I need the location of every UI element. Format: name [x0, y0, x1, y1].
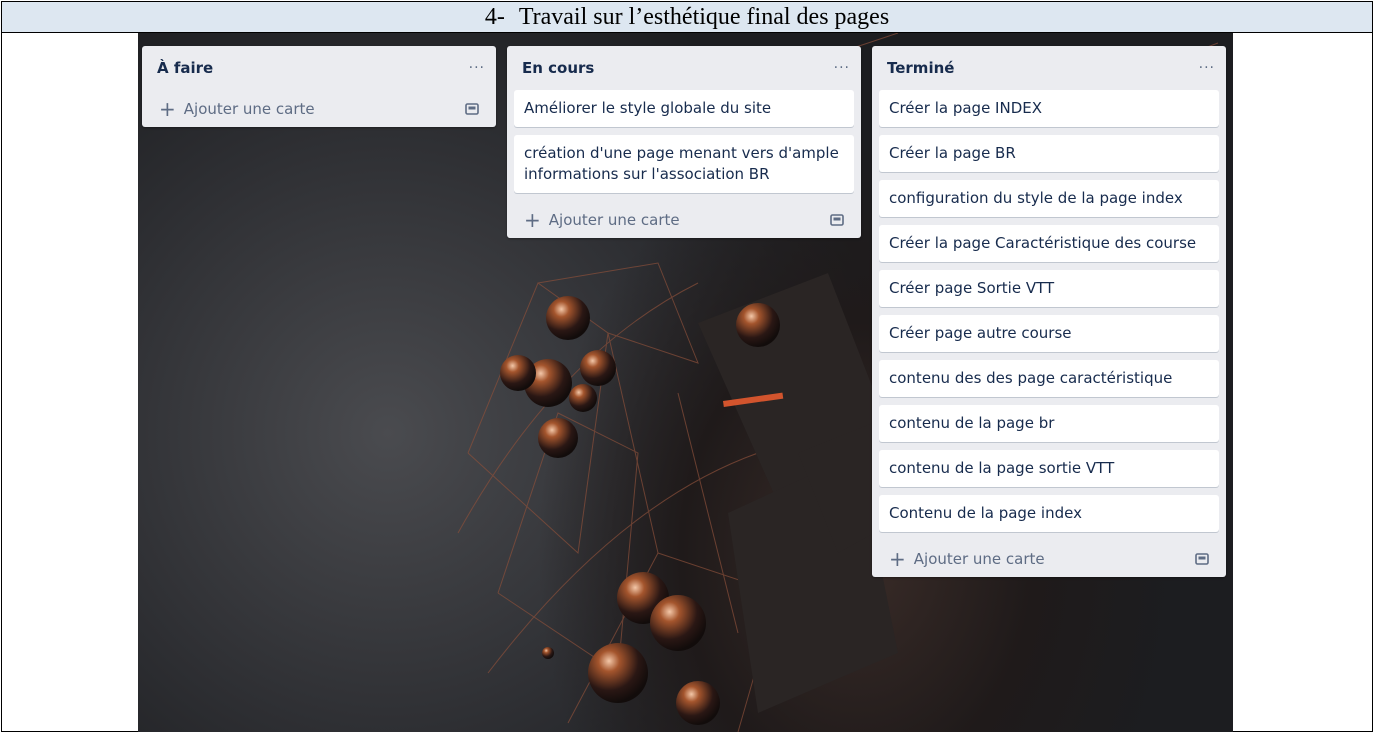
card[interactable]: contenu de la page sortie VTT [879, 450, 1219, 487]
list-done: Terminé ··· Créer la page INDEX Créer la… [872, 46, 1226, 577]
caption-number: 4- [484, 4, 505, 30]
add-card-button[interactable]: + Ajouter une carte [879, 540, 1219, 577]
add-card-label: Ajouter une carte [913, 549, 1045, 568]
list-in-progress: En cours ··· Améliorer le style globale … [507, 46, 861, 238]
plus-icon: + [159, 96, 176, 121]
card[interactable]: Créer la page BR [879, 135, 1219, 172]
add-card-button[interactable]: + Ajouter une carte [514, 201, 854, 238]
card[interactable]: configuration du style de la page index [879, 180, 1219, 217]
list-menu-icon[interactable]: ··· [834, 60, 850, 76]
add-card-button[interactable]: + Ajouter une carte [149, 90, 489, 127]
card[interactable]: Créer page autre course [879, 315, 1219, 352]
list-title: Terminé [887, 59, 955, 77]
section-caption: 4- Travail sur l’esthétique final des pag… [2, 2, 1372, 33]
card-template-icon[interactable] [1195, 552, 1209, 565]
list-menu-icon[interactable]: ··· [1199, 60, 1215, 76]
card[interactable]: Créer la page Caractéristique des course [879, 225, 1219, 262]
list-header: Terminé ··· [879, 46, 1219, 90]
list-todo: À faire ··· + Ajouter une carte [142, 46, 496, 127]
card[interactable]: contenu de la page br [879, 405, 1219, 442]
list-header: En cours ··· [514, 46, 854, 90]
card-template-icon[interactable] [465, 102, 479, 115]
list-title: En cours [522, 59, 595, 77]
board-screenshot: À faire ··· + Ajouter une carte En cours… [138, 33, 1233, 732]
plus-icon: + [524, 207, 541, 232]
card[interactable]: Contenu de la page index [879, 495, 1219, 532]
list-menu-icon[interactable]: ··· [469, 60, 485, 76]
add-card-label: Ajouter une carte [183, 99, 315, 118]
card[interactable]: Créer page Sortie VTT [879, 270, 1219, 307]
card[interactable]: Créer la page INDEX [879, 90, 1219, 127]
card[interactable]: contenu des des page caractéristique [879, 360, 1219, 397]
plus-icon: + [889, 546, 906, 571]
card[interactable]: Améliorer le style globale du site [514, 90, 854, 127]
card-template-icon[interactable] [830, 213, 844, 226]
caption-text: Travail sur l’esthétique final des pages [518, 4, 890, 30]
card[interactable]: création d'une page menant vers d'ample … [514, 135, 854, 193]
list-title: À faire [157, 59, 214, 77]
list-header: À faire ··· [149, 46, 489, 90]
add-card-label: Ajouter une carte [548, 210, 680, 229]
